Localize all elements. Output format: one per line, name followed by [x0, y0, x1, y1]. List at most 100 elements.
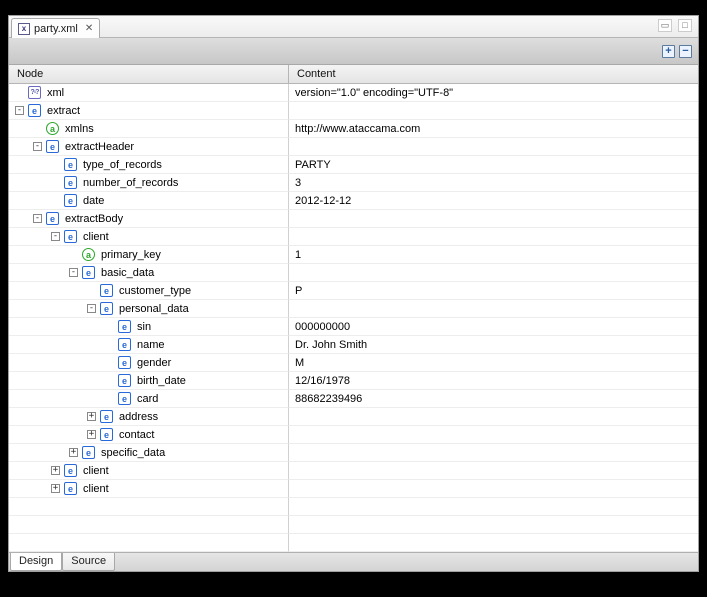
node-value[interactable]: 2012-12-12	[289, 192, 698, 210]
close-icon[interactable]: ✕	[85, 23, 93, 34]
maximize-icon[interactable]: □	[678, 19, 692, 32]
element-icon: e	[118, 374, 131, 387]
node-value[interactable]	[289, 138, 698, 156]
expand-icon[interactable]: +	[69, 448, 78, 457]
tree-node[interactable]	[9, 498, 289, 516]
tree-node[interactable]: + eclient	[9, 480, 289, 498]
expand-icon[interactable]: +	[51, 484, 60, 493]
tree-node[interactable]: edate	[9, 192, 289, 210]
node-label: xml	[45, 87, 64, 99]
node-value[interactable]	[289, 534, 698, 552]
tree-node[interactable]: -eextract	[9, 102, 289, 120]
node-value[interactable]	[289, 102, 698, 120]
node-label: xmlns	[63, 123, 94, 135]
node-value[interactable]	[289, 462, 698, 480]
node-value[interactable]	[289, 480, 698, 498]
element-icon: e	[64, 482, 77, 495]
tree-node[interactable]: +eaddress	[9, 408, 289, 426]
node-label: extractBody	[63, 213, 123, 225]
collapse-icon[interactable]: -	[87, 304, 96, 313]
tree-node[interactable]: -eclient	[9, 228, 289, 246]
tree-node[interactable]: ecustomer_type	[9, 282, 289, 300]
element-icon: e	[64, 194, 77, 207]
tree-node[interactable]: axmlns	[9, 120, 289, 138]
tab-bar: x party.xml ✕ ▭ □	[9, 16, 698, 38]
tree-node[interactable]	[9, 516, 289, 534]
tree-node[interactable]: esin	[9, 318, 289, 336]
node-value[interactable]	[289, 444, 698, 462]
tree-node[interactable]: ebirth_date	[9, 372, 289, 390]
file-tab[interactable]: x party.xml ✕	[11, 18, 100, 38]
tree-node[interactable]: ename	[9, 336, 289, 354]
expand-icon[interactable]: +	[51, 466, 60, 475]
collapse-icon[interactable]: -	[33, 142, 42, 151]
collapse-icon[interactable]: -	[33, 214, 42, 223]
editor-window: x party.xml ✕ ▭ □ + − Node Content ?-? xm…	[8, 15, 699, 572]
minimize-icon[interactable]: ▭	[658, 19, 672, 32]
element-icon: e	[118, 338, 131, 351]
element-icon: e	[100, 410, 113, 423]
node-value[interactable]	[289, 426, 698, 444]
node-value[interactable]	[289, 498, 698, 516]
node-value[interactable]: 12/16/1978	[289, 372, 698, 390]
expand-icon[interactable]: +	[87, 430, 96, 439]
tree-node[interactable]: + eclient	[9, 462, 289, 480]
tab-source[interactable]: Source	[62, 553, 115, 571]
node-value[interactable]: 000000000	[289, 318, 698, 336]
collapse-icon[interactable]: -	[69, 268, 78, 277]
column-header-node[interactable]: Node	[9, 65, 289, 84]
attribute-icon: a	[82, 248, 95, 261]
node-value[interactable]	[289, 516, 698, 534]
node-value[interactable]: http://www.ataccama.com	[289, 120, 698, 138]
tree-node[interactable]: -epersonal_data	[9, 300, 289, 318]
column-header-content[interactable]: Content	[289, 65, 698, 84]
tree-node[interactable]: enumber_of_records	[9, 174, 289, 192]
node-label: specific_data	[99, 447, 165, 459]
element-icon: e	[64, 230, 77, 243]
tree-node[interactable]: egender	[9, 354, 289, 372]
node-value[interactable]	[289, 300, 698, 318]
element-icon: e	[64, 464, 77, 477]
node-value[interactable]: M	[289, 354, 698, 372]
collapse-all-icon[interactable]: −	[679, 45, 692, 58]
node-label: contact	[117, 429, 154, 441]
node-label: personal_data	[117, 303, 189, 315]
expand-icon[interactable]: +	[87, 412, 96, 421]
element-icon: e	[118, 320, 131, 333]
tree-node[interactable]: ?-? xml	[9, 84, 289, 102]
element-icon: e	[118, 392, 131, 405]
element-icon: e	[64, 176, 77, 189]
tree-node[interactable]: aprimary_key	[9, 246, 289, 264]
tab-design[interactable]: Design	[10, 553, 62, 571]
node-value[interactable]: PARTY	[289, 156, 698, 174]
expand-all-icon[interactable]: +	[662, 45, 675, 58]
tree-node[interactable]: etype_of_records	[9, 156, 289, 174]
node-label: card	[135, 393, 158, 405]
node-label: client	[81, 483, 109, 495]
node-value[interactable]: 1	[289, 246, 698, 264]
xml-declaration-icon: ?-?	[28, 86, 41, 99]
collapse-icon[interactable]: -	[51, 232, 60, 241]
node-value[interactable]: version="1.0" encoding="UTF-8"	[289, 84, 698, 102]
tree-node[interactable]: +especific_data	[9, 444, 289, 462]
node-value[interactable]: 88682239496	[289, 390, 698, 408]
node-label: client	[81, 465, 109, 477]
node-value[interactable]	[289, 264, 698, 282]
tree-node[interactable]: -eextractBody	[9, 210, 289, 228]
tree-node[interactable]: -ebasic_data	[9, 264, 289, 282]
tree-node[interactable]: +econtact	[9, 426, 289, 444]
node-value[interactable]: Dr. John Smith	[289, 336, 698, 354]
element-icon: e	[46, 140, 59, 153]
node-value[interactable]: P	[289, 282, 698, 300]
node-value[interactable]: 3	[289, 174, 698, 192]
tree-node[interactable]: -eextractHeader	[9, 138, 289, 156]
bottom-tab-bar: Design Source	[9, 552, 698, 571]
node-label: gender	[135, 357, 171, 369]
node-value[interactable]	[289, 210, 698, 228]
tree-node[interactable]: ecard	[9, 390, 289, 408]
node-value[interactable]	[289, 228, 698, 246]
collapse-icon[interactable]: -	[15, 106, 24, 115]
file-tab-label: party.xml	[34, 23, 78, 35]
tree-node[interactable]	[9, 534, 289, 552]
node-value[interactable]	[289, 408, 698, 426]
